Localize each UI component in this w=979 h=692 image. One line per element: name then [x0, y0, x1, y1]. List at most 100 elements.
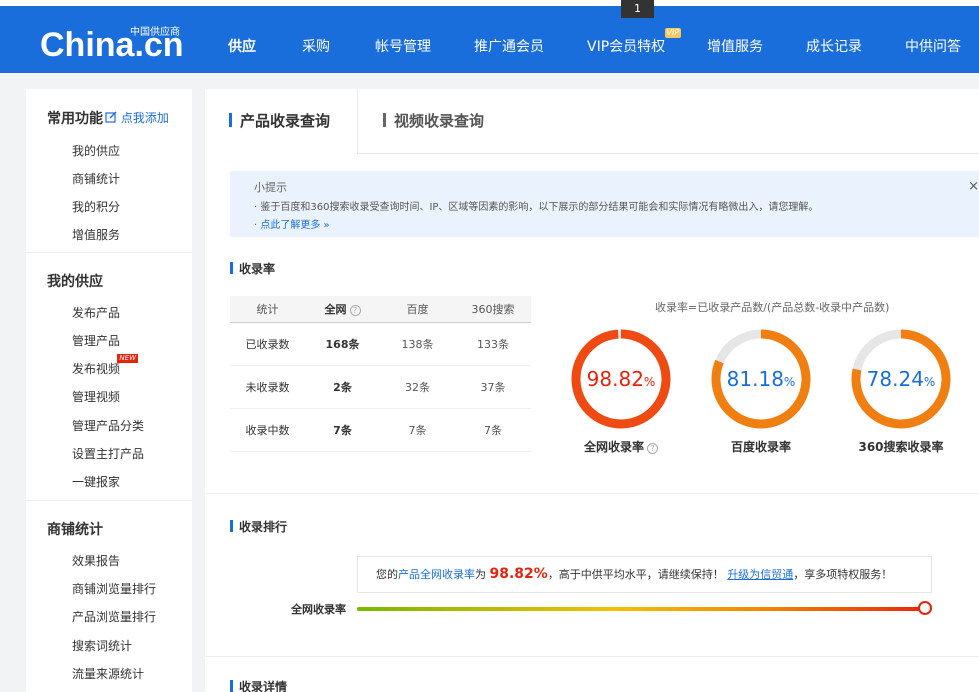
- rank-text-highlight: 产品全网收录率: [398, 568, 475, 581]
- sidebar-item-product-view-rank[interactable]: 产品浏览量排行: [72, 608, 156, 625]
- edit-icon: [105, 111, 117, 123]
- sidebar-item-my-supply[interactable]: 我的供应: [72, 142, 120, 159]
- gauge-360: 78.24%: [849, 327, 953, 431]
- upgrade-link[interactable]: 升级为信贸通: [727, 568, 793, 581]
- sidebar-item-featured-product[interactable]: 设置主打产品: [72, 445, 144, 462]
- help-icon[interactable]: ?: [647, 443, 658, 454]
- sidebar-item-shop-view-rank[interactable]: 商铺浏览量排行: [72, 580, 156, 597]
- rank-text: 为: [475, 568, 486, 581]
- rank-text: ，享多项特权服务！: [793, 568, 893, 581]
- vip-tag: VIP: [664, 28, 682, 38]
- sidebar-item-manage-video[interactable]: 管理视频: [72, 388, 120, 405]
- sidebar-stats-title: 商铺统计: [47, 522, 103, 538]
- sidebar-item-manage-product[interactable]: 管理产品: [72, 332, 120, 349]
- table-cell: 7条: [484, 424, 502, 437]
- percent-sign: %: [923, 375, 936, 389]
- sidebar-item-effect-report[interactable]: 效果报告: [72, 552, 120, 569]
- learn-more-link[interactable]: · 点此了解更多 »: [254, 216, 330, 231]
- nav-purchase[interactable]: 采购: [302, 36, 330, 56]
- gauge-baidu: 81.18%: [709, 327, 813, 431]
- sidebar-item-shop-stats[interactable]: 商铺统计: [72, 170, 120, 187]
- table-cell: 2条: [333, 381, 352, 394]
- nav-promotion-member[interactable]: 推广通会员: [474, 36, 544, 56]
- table-header: 百度: [406, 303, 429, 316]
- gauge-label-baidu: 百度收录率: [730, 440, 791, 454]
- main-panel: 产品收录查询 视频收录查询 小提示 · 鉴于百度和360搜索收录受查询时间、IP…: [205, 89, 979, 692]
- tab-video-index-label: 视频收录查询: [394, 112, 485, 130]
- table-cell: 未收录数: [245, 381, 290, 394]
- sidebar-item-publish-product[interactable]: 发布产品: [72, 304, 120, 321]
- logo[interactable]: 中国供应商 China.cn: [40, 14, 184, 64]
- table-cell: 37条: [480, 381, 506, 394]
- sidebar-item-one-click-quote[interactable]: 一键报家: [72, 473, 120, 490]
- tip-title: 小提示: [254, 181, 287, 194]
- sidebar-group-common: 常用功能 点我添加 我的供应 商铺统计 我的积分 增值服务: [26, 89, 192, 253]
- add-shortcut-link[interactable]: 点我添加: [105, 109, 169, 126]
- table-row: 收录中数 7条 7条 7条: [230, 409, 531, 452]
- tab-product-index[interactable]: 产品收录查询: [205, 89, 358, 155]
- rate-formula: 收录率=已收录产品数/(产品总数-收录中产品数): [655, 301, 890, 314]
- section-divider: [205, 493, 979, 494]
- tab-marker: [383, 113, 386, 127]
- table-cell: 32条: [405, 381, 430, 394]
- sidebar-item-value-added[interactable]: 增值服务: [72, 226, 120, 243]
- sidebar-group-supply: 我的供应 发布产品 管理产品 发布视频 NEW 管理视频 管理产品分类 设置主打…: [26, 253, 192, 501]
- tip-box: 小提示 · 鉴于百度和360搜索收录受查询时间、IP、区域等因素的影响，以下展示…: [230, 171, 979, 237]
- table-row: 已收录数 168条 138条 133条: [230, 323, 531, 366]
- sidebar-supply-title: 我的供应: [47, 274, 103, 290]
- percent-sign: %: [643, 375, 656, 389]
- sidebar-item-product-category[interactable]: 管理产品分类: [72, 417, 144, 434]
- rank-value: 98.82%: [489, 566, 548, 582]
- gauge-label-360: 360搜索收录率: [858, 440, 944, 454]
- tab-product-index-label: 产品收录查询: [240, 112, 331, 130]
- table-cell: 已收录数: [245, 338, 290, 351]
- rank-message: 您的产品全网收录率为 98.82%，高于中供平均水平，请继续保持！ 升级为信贸通…: [357, 556, 932, 593]
- table-cell: 168条: [325, 338, 360, 351]
- table-cell: 138条: [401, 338, 434, 351]
- gauge-value: 78.24%: [849, 327, 953, 434]
- nav-vip[interactable]: VIP会员特权 VIP: [587, 28, 682, 56]
- section-title-rate: 收录率: [230, 260, 275, 277]
- table-header: 360搜索: [471, 303, 515, 316]
- sidebar-common-title: 常用功能: [47, 111, 103, 127]
- nav-growth[interactable]: 成长记录: [806, 36, 862, 56]
- section-title-rank: 收录排行: [230, 518, 287, 535]
- nav-supply[interactable]: 供应: [228, 36, 256, 56]
- table-cell: 7条: [333, 424, 352, 437]
- section-divider: [205, 656, 979, 657]
- stats-table: 统计 全网? 百度 360搜索 已收录数 168条 138条 133条 未收录数…: [230, 296, 531, 452]
- table-row: 未收录数 2条 32条 37条: [230, 366, 531, 409]
- table-header: 统计: [256, 303, 279, 316]
- sidebar: 常用功能 点我添加 我的供应 商铺统计 我的积分 增值服务 我的供应 发布产品 …: [26, 89, 192, 692]
- nav-value-added[interactable]: 增值服务: [707, 36, 763, 56]
- tab-bar: 产品收录查询 视频收录查询: [205, 89, 979, 155]
- gauge-label-all: 全网收录率?: [551, 438, 691, 455]
- sidebar-item-publish-video[interactable]: 发布视频 NEW: [72, 354, 139, 377]
- help-icon[interactable]: ?: [349, 305, 361, 316]
- table-header: 全网?: [305, 296, 380, 323]
- top-header: 中国供应商 China.cn 供应 采购 帐号管理 推广通会员 VIP会员特权 …: [0, 6, 979, 73]
- sidebar-item-my-points[interactable]: 我的积分: [72, 198, 120, 215]
- rank-marker: [918, 601, 933, 615]
- logo-text: China.cn: [40, 26, 184, 64]
- nav-qa[interactable]: 中供问答: [905, 36, 961, 56]
- publish-video-label: 发布视频: [72, 362, 121, 376]
- gauge-value: 81.18%: [709, 327, 813, 434]
- add-shortcut-label: 点我添加: [120, 111, 169, 125]
- section-title-detail: 收录详情: [230, 678, 287, 692]
- gauge-number: 78.24: [866, 367, 924, 391]
- sidebar-item-traffic-source[interactable]: 流量来源统计: [72, 665, 144, 682]
- close-icon[interactable]: ×: [968, 179, 979, 194]
- gauge-number: 81.18: [726, 367, 784, 391]
- gauge-number: 98.82: [586, 367, 644, 391]
- gauge-label-text: 全网收录率: [583, 440, 644, 454]
- gauge-all: 98.82%: [569, 327, 673, 431]
- rank-bar: [357, 607, 932, 611]
- rank-text: ，高于中供平均水平，请继续保持！: [547, 568, 724, 581]
- table-cell: 133条: [477, 338, 509, 351]
- sidebar-item-search-term-stats[interactable]: 搜索词统计: [72, 637, 132, 654]
- nav-account[interactable]: 帐号管理: [375, 36, 431, 56]
- tab-video-index[interactable]: 视频收录查询: [383, 89, 484, 154]
- new-tag: NEW: [117, 354, 139, 363]
- percent-sign: %: [783, 375, 796, 389]
